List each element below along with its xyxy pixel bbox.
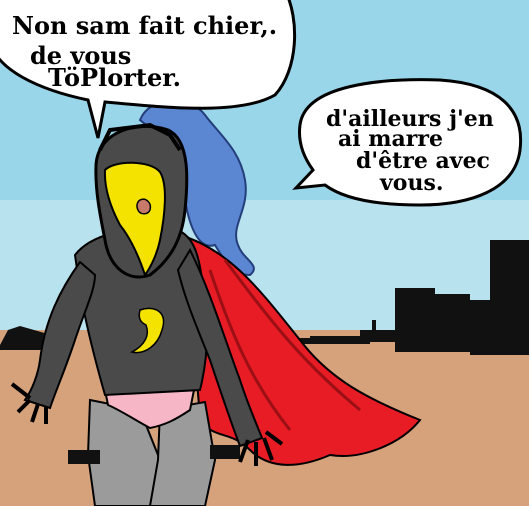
right-bubble-line-2: ai marre <box>338 126 443 152</box>
mask-eye <box>136 198 152 215</box>
left-bubble-line-3: TöPlorter. <box>48 63 182 92</box>
right-bubble-line-4: vous. <box>380 170 444 196</box>
comic-panel: Non sam fait chier,. de vous TöPlorter. … <box>0 0 529 506</box>
right-bubble-line-3: d'être avec <box>356 148 490 174</box>
left-bubble-line-1: Non sam fait chier,. <box>12 11 278 40</box>
